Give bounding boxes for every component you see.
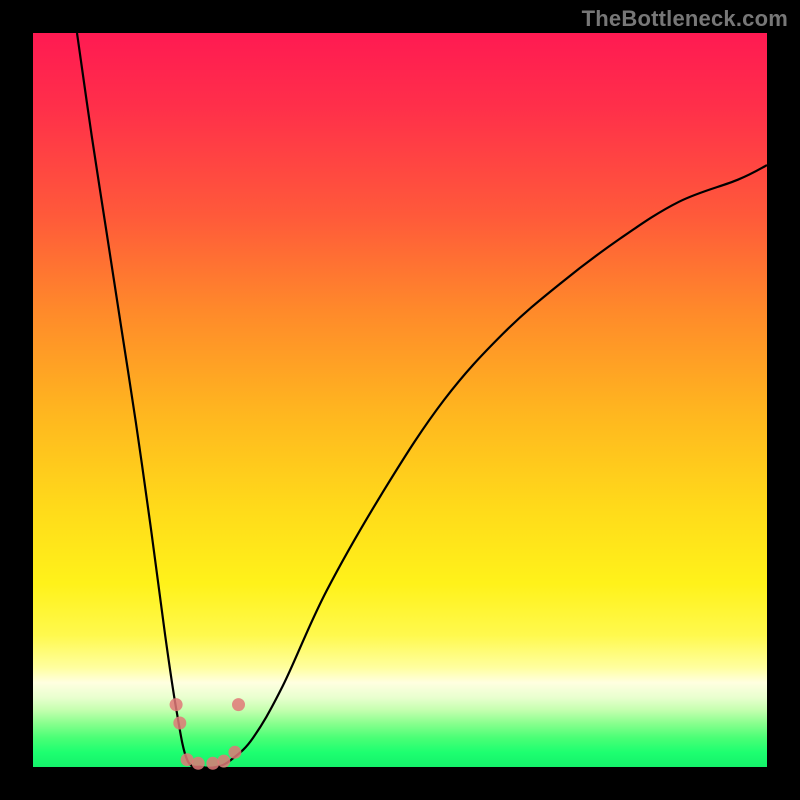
curve-marker [170,698,183,711]
curve-marker [181,753,194,766]
curve-marker [217,755,230,768]
bottleneck-curve [77,33,767,768]
curve-layer [33,33,767,767]
curve-marker [228,746,241,759]
curve-marker [173,717,186,730]
curve-marker [232,698,245,711]
curve-marker [192,757,205,770]
watermark-text: TheBottleneck.com [582,6,788,32]
chart-frame: TheBottleneck.com [0,0,800,800]
curve-marker [206,757,219,770]
